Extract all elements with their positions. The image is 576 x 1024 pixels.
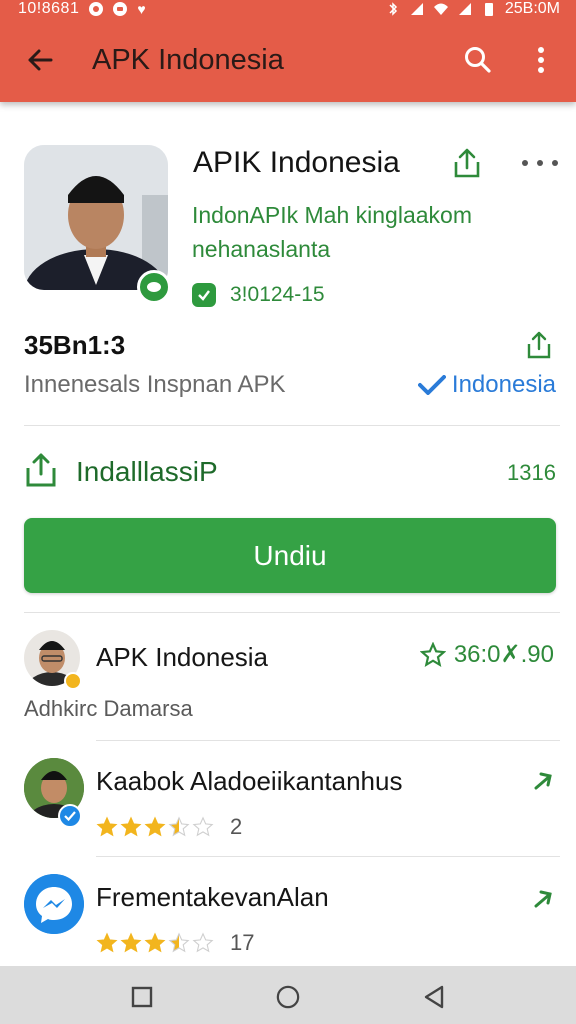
list-item-title: FrementakevanAlan bbox=[96, 882, 329, 912]
divider bbox=[24, 425, 560, 426]
app-stat: 3!0124-15 bbox=[192, 283, 325, 307]
rating-count: 17 bbox=[230, 930, 255, 955]
overflow-menu-button[interactable] bbox=[526, 42, 556, 78]
star-icon bbox=[144, 932, 166, 953]
status-bar: 10!8681 ♥ 25B:0M bbox=[0, 0, 576, 22]
app-size-value: 35Bn1:3 bbox=[24, 330, 126, 360]
star-rating: 2 bbox=[96, 814, 242, 840]
list-item-rating: 36:0✗.90 bbox=[419, 640, 554, 669]
star-outline-icon bbox=[192, 932, 214, 953]
app-stat-value: 3!0124-15 bbox=[230, 283, 325, 306]
list-item-title: APK Indonesia bbox=[96, 642, 269, 672]
signal-icon-2 bbox=[458, 3, 471, 15]
more-horiz-icon[interactable] bbox=[522, 150, 558, 176]
search-button[interactable] bbox=[460, 42, 496, 78]
publisher-name[interactable]: Innenesals Inspnan APK bbox=[24, 371, 286, 399]
list-item-subtitle: Adhkirc Damarsa bbox=[24, 696, 193, 721]
star-rating: 17 bbox=[96, 930, 254, 956]
install-count: 1316 bbox=[507, 460, 556, 485]
status-right-text: 25B:0M bbox=[504, 0, 560, 17]
battery-icon bbox=[484, 3, 493, 16]
wifi-icon bbox=[433, 3, 448, 15]
install-icon bbox=[26, 453, 56, 487]
back-arrow-icon bbox=[28, 49, 53, 71]
divider bbox=[96, 856, 560, 857]
app-bar-title: APK Indonesia bbox=[92, 44, 284, 76]
list-item[interactable]: Kaabok Aladoeiikantanhus 2 bbox=[0, 756, 576, 856]
region-label: Indonesia bbox=[451, 371, 556, 398]
list-item[interactable]: APK Indonesia Adhkirc Damarsa 36:0✗.90 bbox=[0, 630, 576, 734]
recents-button[interactable] bbox=[130, 985, 154, 1009]
bluetooth-icon bbox=[389, 2, 397, 16]
divider bbox=[24, 612, 560, 613]
star-icon bbox=[168, 816, 190, 837]
star-icon bbox=[144, 816, 166, 837]
nav-square-icon bbox=[131, 986, 153, 1008]
top-app-band: 10!8681 ♥ 25B:0M APK Indonesia bbox=[0, 0, 576, 102]
back-nav-button[interactable] bbox=[422, 985, 446, 1009]
verified-badge bbox=[137, 270, 171, 304]
system-nav-bar bbox=[0, 966, 576, 1024]
star-outline-icon bbox=[192, 816, 214, 837]
region-tag[interactable]: Indonesia bbox=[417, 371, 556, 399]
list-item-title: Kaabok Aladoeiikantanhus bbox=[96, 766, 403, 796]
signal-icon bbox=[410, 3, 423, 15]
badge-icon bbox=[64, 672, 82, 690]
chrome-icon bbox=[89, 2, 104, 16]
divider bbox=[96, 740, 560, 741]
star-icon bbox=[120, 816, 142, 837]
app-subtitle: IndonAPIk Mah kinglaakom nehanaslanta bbox=[192, 202, 472, 262]
person-photo-icon bbox=[24, 145, 168, 290]
back-button[interactable] bbox=[22, 42, 58, 78]
star-icon bbox=[168, 932, 190, 953]
install-label: IndalllassiP bbox=[76, 456, 218, 487]
nav-circle-icon bbox=[276, 985, 300, 1009]
share-icon-secondary[interactable] bbox=[524, 330, 554, 360]
rating-count: 2 bbox=[230, 814, 243, 839]
chevron-icon[interactable] bbox=[532, 888, 554, 910]
star-icon bbox=[96, 816, 118, 837]
verified-icon bbox=[147, 282, 161, 292]
check-icon bbox=[417, 375, 446, 395]
avatar bbox=[24, 874, 84, 934]
download-button[interactable]: Undiu bbox=[24, 518, 556, 593]
app-detail-title: APIK Indonesia bbox=[193, 146, 400, 179]
list-item-right-value: 36:0✗.90 bbox=[453, 641, 554, 668]
messenger-icon bbox=[24, 874, 84, 934]
notification-icon bbox=[113, 2, 128, 16]
share-icon[interactable] bbox=[450, 146, 484, 180]
verified-icon bbox=[58, 804, 82, 828]
app-bar: APK Indonesia bbox=[0, 28, 576, 94]
chevron-icon[interactable] bbox=[532, 770, 554, 792]
star-icon bbox=[120, 932, 142, 953]
home-button[interactable] bbox=[276, 985, 300, 1009]
more-vert-icon bbox=[538, 47, 544, 73]
status-left-text: 10!8681 bbox=[18, 0, 80, 17]
star-outline-icon bbox=[419, 641, 446, 667]
list-item[interactable]: FrementakevanAlan 17 bbox=[0, 872, 576, 962]
search-icon bbox=[465, 47, 491, 73]
star-icon bbox=[96, 932, 118, 953]
heart-status-icon: ♥ bbox=[137, 1, 146, 17]
app-icon[interactable] bbox=[24, 145, 168, 290]
nav-triangle-icon bbox=[424, 985, 444, 1009]
stat-check-icon bbox=[192, 283, 216, 307]
